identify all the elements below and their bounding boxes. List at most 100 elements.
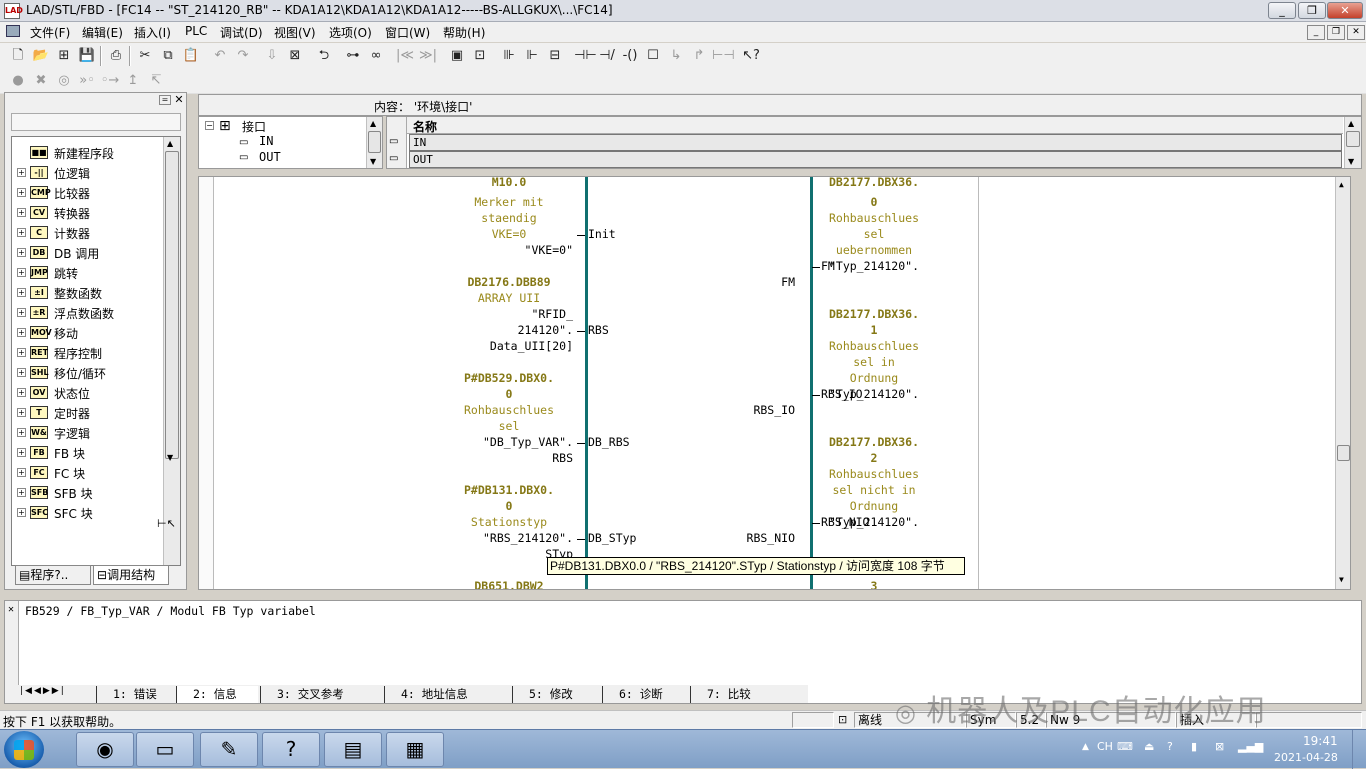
- output-operand-text[interactable]: sel in: [803, 355, 945, 369]
- interface-in[interactable]: IN: [259, 134, 273, 148]
- scroll-down-icon[interactable]: ▼: [1339, 575, 1344, 584]
- input-operand-text[interactable]: STyp: [369, 547, 573, 561]
- clock-time[interactable]: 19:41: [1303, 734, 1338, 748]
- accessible-nodes-icon[interactable]: ⊞: [54, 46, 74, 66]
- input-operand-text[interactable]: M10.0: [439, 177, 579, 189]
- tree-item[interactable]: + SHL 移位/循环: [12, 363, 167, 383]
- plc-download-icon[interactable]: ⊠: [285, 46, 305, 66]
- input-operand-text[interactable]: 0: [439, 499, 579, 513]
- menu-debug[interactable]: 调试(D): [220, 24, 263, 41]
- ladder-scrollbar[interactable]: ▲ ▼: [1335, 177, 1350, 589]
- input-operand-text[interactable]: "VKE=0": [369, 243, 573, 257]
- output-operand-text[interactable]: sel nicht in: [803, 483, 945, 497]
- tree-item[interactable]: + MOV 移动: [12, 323, 167, 343]
- network-status-icon[interactable]: ⊠: [1215, 740, 1224, 753]
- scroll-up-icon[interactable]: ▲: [167, 139, 173, 148]
- details-tab[interactable]: 7: 比较: [690, 686, 782, 703]
- mdi-close-button[interactable]: ✕: [1347, 25, 1365, 40]
- help-icon[interactable]: ?: [262, 732, 320, 767]
- input-operand-text[interactable]: sel: [439, 419, 579, 433]
- copy-icon[interactable]: ⧉: [158, 46, 178, 66]
- menu-view[interactable]: 视图(V): [274, 24, 316, 41]
- expand-icon[interactable]: +: [17, 288, 26, 297]
- input-operand-text[interactable]: RBS: [369, 451, 573, 465]
- input-operand-text[interactable]: Stationstyp: [439, 515, 579, 529]
- expand-icon[interactable]: +: [17, 448, 26, 457]
- overview-icon[interactable]: ▣: [447, 46, 467, 66]
- run-icon[interactable]: ●: [8, 71, 28, 91]
- scroll-up-icon[interactable]: ▲: [1348, 119, 1354, 128]
- step-out-icon[interactable]: ↥: [123, 71, 143, 91]
- battery-icon[interactable]: ▮: [1191, 740, 1197, 753]
- input-operand-text[interactable]: P#DB529.DBX0.: [439, 371, 579, 385]
- tray-arrow-icon[interactable]: ▲: [1082, 742, 1089, 752]
- restore-button[interactable]: ❐: [1298, 2, 1326, 19]
- connection-icon[interactable]: ⊢⊣: [712, 46, 735, 66]
- lad-editor-icon[interactable]: ▦: [386, 732, 444, 767]
- network-icon[interactable]: ⊶: [343, 46, 363, 66]
- cut-icon[interactable]: ✂: [135, 46, 155, 66]
- file-explorer-icon[interactable]: ▭: [136, 732, 194, 767]
- interface-out[interactable]: OUT: [259, 150, 281, 164]
- tree-item[interactable]: ■■ 新建程序段: [12, 143, 167, 163]
- table-row[interactable]: IN: [409, 134, 1342, 151]
- nc-contact-icon[interactable]: ⊣/⊢: [597, 46, 617, 83]
- tree-item[interactable]: + JMP 跳转: [12, 263, 167, 283]
- tab-call-structure[interactable]: ⊟调用结构: [93, 565, 169, 585]
- expand-icon[interactable]: +: [17, 348, 26, 357]
- expand-icon[interactable]: +: [17, 508, 26, 517]
- next-bookmark-icon[interactable]: ≫|: [418, 46, 438, 66]
- chrome-icon[interactable]: ◉: [76, 732, 134, 767]
- menu-plc[interactable]: PLC: [185, 24, 207, 38]
- mdi-restore-button[interactable]: ❐: [1327, 25, 1345, 40]
- output-operand-text[interactable]: 3: [803, 579, 945, 589]
- menu-insert[interactable]: 插入(I): [134, 24, 171, 41]
- output-operand-text[interactable]: Rohbauschlues: [803, 467, 945, 481]
- step-icon[interactable]: ◎: [54, 71, 74, 91]
- input-operand-text[interactable]: Data_UII[20]: [369, 339, 573, 353]
- scroll-thumb[interactable]: [165, 151, 179, 459]
- output-operand-text[interactable]: Rohbauschlues: [803, 211, 945, 225]
- paste-icon[interactable]: 📋: [181, 46, 201, 66]
- prev-bookmark-icon[interactable]: |≪: [395, 46, 415, 66]
- redo-icon[interactable]: ↷: [233, 46, 253, 66]
- panel-close-icon[interactable]: ✕: [173, 94, 185, 106]
- output-operand-text[interactable]: Ordnung: [803, 499, 945, 513]
- expand-icon[interactable]: +: [17, 488, 26, 497]
- expand-icon[interactable]: +: [17, 168, 26, 177]
- menu-file[interactable]: 文件(F): [30, 24, 70, 41]
- tab-nav-icon[interactable]: |◀◀▶▶|: [20, 686, 66, 696]
- output-operand-text[interactable]: Ordnung: [803, 371, 945, 385]
- output-operand-text[interactable]: Rohbauschlues: [803, 339, 945, 353]
- tree-item[interactable]: + SFC SFC 块: [12, 503, 167, 523]
- tree-item[interactable]: + FC FC 块: [12, 463, 167, 483]
- help-tray-icon[interactable]: ?: [1167, 740, 1173, 753]
- new-file-icon[interactable]: 🗋: [8, 46, 28, 66]
- expand-icon[interactable]: +: [17, 408, 26, 417]
- expand-icon[interactable]: +: [17, 328, 26, 337]
- details-tab[interactable]: 2: 信息: [176, 686, 258, 703]
- print-icon[interactable]: ⎙: [106, 46, 126, 66]
- tree-scrollbar[interactable]: ▲ ▼: [163, 137, 180, 565]
- tree-item[interactable]: + C 计数器: [12, 223, 167, 243]
- input-operand-text[interactable]: "RFID_: [369, 307, 573, 321]
- monitor-icon[interactable]: ∞: [366, 46, 386, 66]
- input-operand-text[interactable]: ARRAY UII: [439, 291, 579, 305]
- output-operand-text[interactable]: DB2177.DBX36.: [803, 177, 945, 189]
- expand-icon[interactable]: +: [17, 368, 26, 377]
- go-back-icon[interactable]: ⮌: [314, 46, 334, 66]
- menu-help[interactable]: 帮助(H): [443, 24, 485, 41]
- tree-item[interactable]: + ±R 浮点数函数: [12, 303, 167, 323]
- branch-icon[interactable]: ⊩: [522, 46, 542, 66]
- tree-item[interactable]: + CV 转换器: [12, 203, 167, 223]
- details-tab[interactable]: 5: 修改: [512, 686, 600, 703]
- scl-editor-icon[interactable]: ▤: [324, 732, 382, 767]
- insert-network-icon[interactable]: ⊪: [499, 46, 519, 66]
- input-operand-text[interactable]: "RBS_214120".: [369, 531, 573, 545]
- language-indicator[interactable]: CH: [1097, 740, 1113, 753]
- details-tab[interactable]: 4: 地址信息: [384, 686, 510, 703]
- details-tab[interactable]: 1: 错误: [96, 686, 174, 703]
- tree-item[interactable]: + T 定时器: [12, 403, 167, 423]
- menu-window[interactable]: 窗口(W): [385, 24, 430, 41]
- input-operand-text[interactable]: DB2176.DBB89: [439, 275, 579, 289]
